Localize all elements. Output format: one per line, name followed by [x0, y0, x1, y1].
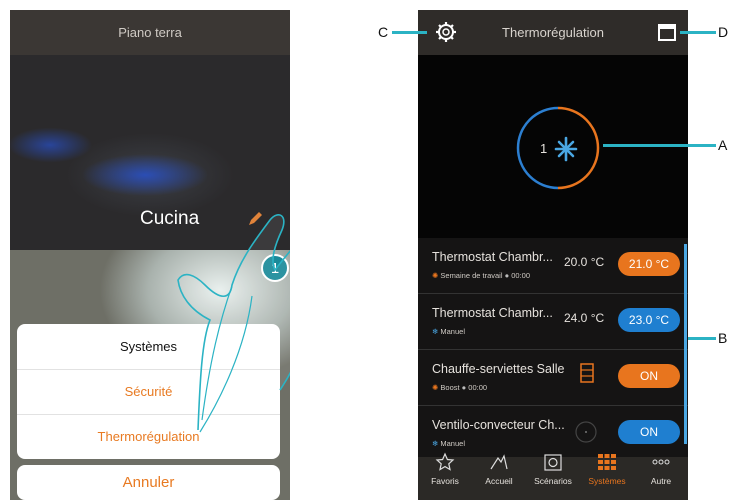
temperature-dial[interactable]: 1 — [514, 104, 602, 192]
device-name: Ventilo-convecteur Ch... — [432, 418, 565, 432]
towel-warmer-icon — [580, 363, 594, 383]
device-row[interactable]: Chauffe-serviettes Salle ✺ Boost ● 00:00… — [418, 350, 688, 406]
snowflake-icon: ❄ — [432, 327, 439, 336]
clock-icon: ● — [504, 271, 510, 280]
snowflake-icon — [554, 136, 578, 162]
callout-d: D — [718, 24, 729, 40]
on-button[interactable]: ON — [618, 364, 680, 388]
device-name: Thermostat Chambr... — [432, 250, 553, 264]
device-temperature: 20.0 °C — [564, 255, 605, 269]
scrollbar[interactable] — [684, 244, 687, 444]
setpoint-button[interactable]: 23.0 °C — [618, 308, 680, 332]
left-phone-screen: Piano terra Cucina 1 Systèmes Sécurité T… — [10, 10, 290, 500]
device-temperature: 24.0 °C — [564, 311, 605, 325]
callout-d-line — [680, 31, 716, 34]
device-mode: ✺ Semaine de travail ● 00:00 — [432, 271, 531, 280]
callout-a-line — [603, 144, 716, 147]
callout-c-line — [392, 31, 427, 34]
gear-icon[interactable] — [435, 21, 457, 43]
left-header: Piano terra — [10, 10, 290, 55]
device-mode: ❄ Manuel — [432, 439, 465, 448]
device-mode: ✺ Boost ● 00:00 — [432, 383, 488, 392]
on-button[interactable]: ON — [618, 420, 680, 444]
cancel-button[interactable]: Annuler — [17, 465, 280, 500]
device-name: Thermostat Chambr... — [432, 306, 553, 320]
clock-icon: ● — [461, 383, 467, 392]
right-header-title: Thermorégulation — [502, 25, 604, 40]
device-row[interactable]: Thermostat Chambr... ❄ Manuel 24.0 °C 23… — [418, 294, 688, 350]
device-mode: ❄ Manuel — [432, 327, 465, 336]
hand-pointer-icon — [177, 214, 290, 433]
snowflake-icon: ❄ — [432, 439, 439, 448]
sun-icon: ✺ — [432, 383, 439, 392]
setpoint-button[interactable]: 21.0 °C — [618, 252, 680, 276]
callout-c: C — [378, 24, 389, 40]
callout-b-line — [688, 337, 716, 340]
device-row[interactable]: Ventilo-convecteur Ch... ❄ Manuel ON — [418, 406, 688, 462]
device-list: Thermostat Chambr... ✺ Semaine de travai… — [418, 238, 688, 462]
device-row[interactable]: Thermostat Chambr... ✺ Semaine de travai… — [418, 238, 688, 294]
sun-icon: ✺ — [432, 271, 439, 280]
device-name: Chauffe-serviettes Salle — [432, 362, 565, 376]
dial-value: 1 — [540, 141, 547, 156]
fan-coil-icon — [575, 421, 597, 443]
callout-b: B — [718, 330, 728, 346]
left-header-title: Piano terra — [118, 25, 182, 40]
calendar-icon[interactable] — [657, 22, 677, 42]
right-phone-screen: Thermorégulation 1 Thermostat Chambr... … — [418, 10, 688, 500]
tab-bar — [418, 457, 688, 500]
callout-a: A — [718, 137, 728, 153]
